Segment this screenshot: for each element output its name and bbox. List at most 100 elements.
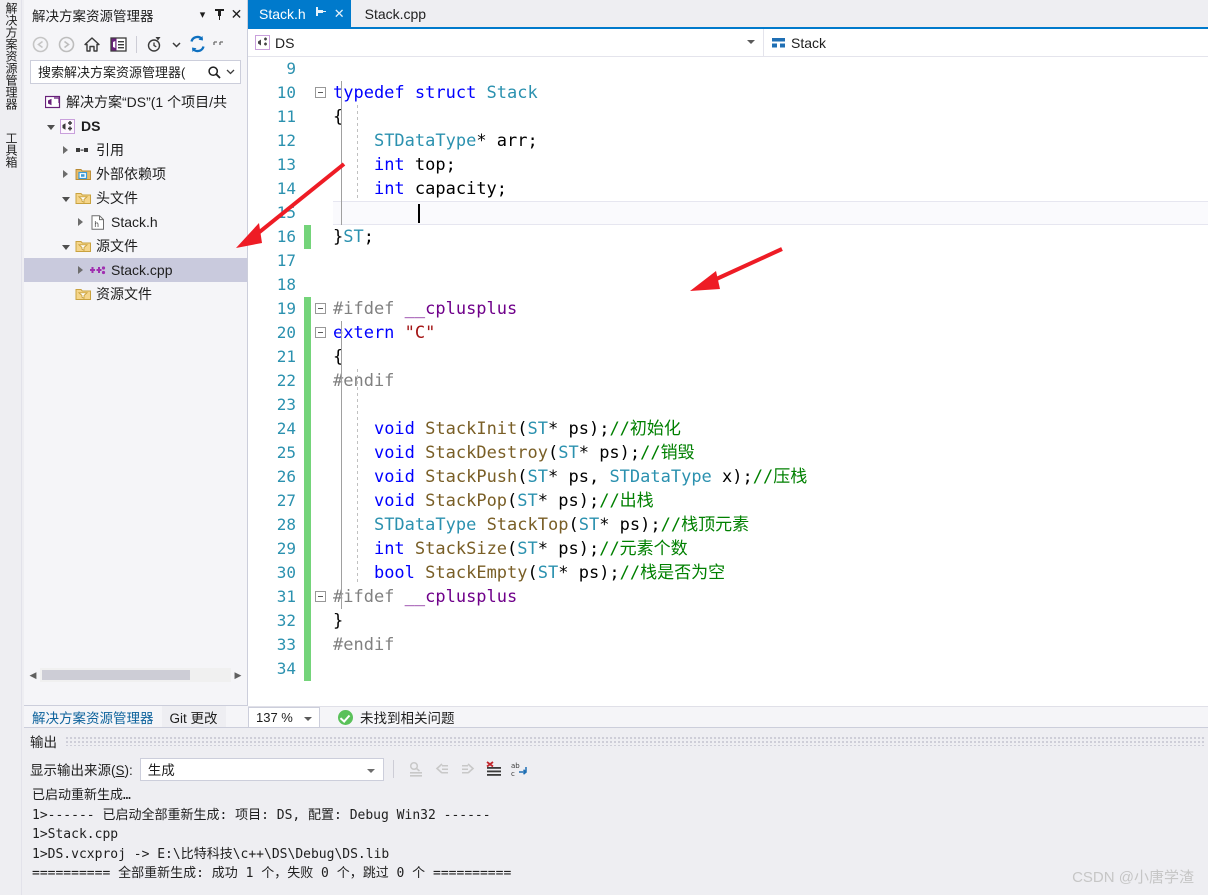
pin-icon[interactable] bbox=[315, 6, 326, 21]
code-text[interactable] bbox=[333, 57, 1208, 81]
fold-gutter[interactable] bbox=[311, 297, 333, 321]
find-message-icon[interactable] bbox=[403, 757, 429, 781]
code-text[interactable]: #endif bbox=[333, 369, 1208, 393]
overflow-icon[interactable] bbox=[211, 32, 227, 56]
code-line[interactable]: 26 void StackPush(ST* ps, STDataType x);… bbox=[248, 465, 1208, 489]
scroll-left-icon[interactable]: ◀ bbox=[26, 670, 40, 681]
chevron-down-icon[interactable] bbox=[304, 716, 312, 721]
code-line[interactable]: 21 { bbox=[248, 345, 1208, 369]
dock-tab-solution-explorer[interactable]: 解决方案资源管理器 bbox=[24, 706, 162, 727]
collapse-outline-icon[interactable] bbox=[315, 303, 326, 314]
fold-gutter[interactable] bbox=[311, 513, 333, 537]
code-text[interactable]: typedef struct Stack bbox=[333, 81, 1208, 105]
search-options-chevron-icon[interactable] bbox=[222, 63, 238, 81]
fold-gutter[interactable] bbox=[311, 321, 333, 345]
hscroll-thumb[interactable] bbox=[42, 670, 190, 680]
tree-item-Stack.h[interactable]: h Stack.h bbox=[24, 210, 247, 234]
fold-gutter[interactable] bbox=[311, 345, 333, 369]
fold-gutter[interactable] bbox=[311, 417, 333, 441]
tree-item-[interactable]: 引用 bbox=[24, 138, 247, 162]
code-text[interactable] bbox=[333, 273, 1208, 297]
fold-gutter[interactable] bbox=[311, 609, 333, 633]
chevron-down-icon[interactable] bbox=[747, 40, 755, 44]
fold-gutter[interactable] bbox=[311, 441, 333, 465]
output-source-combo[interactable]: 生成 bbox=[139, 757, 384, 781]
solution-explorer-hscrollbar[interactable]: ◀ ▶ bbox=[26, 667, 245, 683]
code-text[interactable]: STDataType StackTop(ST* ps);//栈顶元素 bbox=[333, 513, 1208, 537]
search-icon[interactable] bbox=[207, 65, 222, 80]
code-text[interactable]: { bbox=[333, 105, 1208, 129]
code-line[interactable]: 11 { bbox=[248, 105, 1208, 129]
chevron-right-icon[interactable] bbox=[58, 146, 73, 154]
code-line[interactable]: 13 int top; bbox=[248, 153, 1208, 177]
code-line[interactable]: 17 bbox=[248, 249, 1208, 273]
code-line[interactable]: 28 STDataType StackTop(ST* ps);//栈顶元素 bbox=[248, 513, 1208, 537]
pin-icon[interactable] bbox=[211, 6, 228, 24]
clock-filter-icon[interactable] bbox=[143, 32, 167, 56]
chevron-right-icon[interactable] bbox=[58, 170, 73, 178]
navbar-member-dropdown[interactable]: Stack bbox=[764, 29, 1208, 56]
collapse-outline-icon[interactable] bbox=[315, 591, 326, 602]
tree-item-Stack.cpp[interactable]: Stack.cpp bbox=[24, 258, 247, 282]
fold-gutter[interactable] bbox=[311, 657, 333, 681]
code-line[interactable]: 27 void StackPop(ST* ps);//出栈 bbox=[248, 489, 1208, 513]
editor-tab-stack-h[interactable]: Stack.h ✕ bbox=[248, 0, 351, 29]
code-text[interactable]: void StackInit(ST* ps);//初始化 bbox=[333, 417, 1208, 441]
go-to-next-icon[interactable] bbox=[455, 757, 481, 781]
collapse-outline-icon[interactable] bbox=[315, 327, 326, 338]
show-all-files-icon[interactable] bbox=[106, 32, 130, 56]
scroll-right-icon[interactable]: ▶ bbox=[231, 670, 245, 681]
code-text[interactable] bbox=[333, 657, 1208, 681]
fold-gutter[interactable] bbox=[311, 273, 333, 297]
fold-gutter[interactable] bbox=[311, 561, 333, 585]
chevron-right-icon[interactable] bbox=[73, 218, 88, 226]
close-icon[interactable]: ✕ bbox=[334, 6, 345, 22]
code-line[interactable]: 23 bbox=[248, 393, 1208, 417]
fold-gutter[interactable] bbox=[311, 153, 333, 177]
chevron-down-icon[interactable] bbox=[58, 243, 73, 250]
editor-tab-stack-cpp[interactable]: Stack.cpp bbox=[350, 0, 433, 29]
vtab-toolbox[interactable]: 工具箱 bbox=[1, 132, 21, 168]
code-text[interactable]: int StackSize(ST* ps);//元素个数 bbox=[333, 537, 1208, 561]
back-arrow-icon[interactable] bbox=[28, 32, 52, 56]
code-text[interactable]: STDataType* arr; bbox=[333, 129, 1208, 153]
tree-item-[interactable]: 源文件 bbox=[24, 234, 247, 258]
code-line[interactable]: 30 bool StackEmpty(ST* ps);//栈是否为空 bbox=[248, 561, 1208, 585]
code-text[interactable]: }ST; bbox=[333, 225, 1208, 249]
chevron-down-icon[interactable] bbox=[43, 123, 58, 130]
collapse-outline-icon[interactable] bbox=[315, 87, 326, 98]
code-text[interactable]: { bbox=[333, 345, 1208, 369]
code-text[interactable] bbox=[333, 393, 1208, 417]
code-text[interactable]: void StackDestroy(ST* ps);//销毁 bbox=[333, 441, 1208, 465]
code-text[interactable]: #endif bbox=[333, 633, 1208, 657]
drag-handle[interactable] bbox=[65, 736, 1204, 746]
fold-gutter[interactable] bbox=[311, 105, 333, 129]
fold-gutter[interactable] bbox=[311, 369, 333, 393]
code-line[interactable]: 31 #ifdef __cplusplus bbox=[248, 585, 1208, 609]
tree-item-[interactable]: 外部依赖项 bbox=[24, 162, 247, 186]
fold-gutter[interactable] bbox=[311, 393, 333, 417]
fold-gutter[interactable] bbox=[311, 633, 333, 657]
forward-arrow-icon[interactable] bbox=[54, 32, 78, 56]
code-editor-surface[interactable]: 9 10 typedef struct Stack 11{12 STDataType*… bbox=[248, 57, 1208, 706]
code-text[interactable]: #ifdef __cplusplus bbox=[333, 297, 1208, 321]
fold-gutter[interactable] bbox=[311, 537, 333, 561]
fold-gutter[interactable] bbox=[311, 585, 333, 609]
code-line[interactable]: 25 void StackDestroy(ST* ps);//销毁 bbox=[248, 441, 1208, 465]
navbar-project-dropdown[interactable]: DS bbox=[248, 29, 764, 56]
code-line[interactable]: 20 extern "C" bbox=[248, 321, 1208, 345]
refresh-icon[interactable] bbox=[185, 32, 209, 56]
fold-gutter[interactable] bbox=[311, 249, 333, 273]
chevron-down-icon[interactable] bbox=[366, 768, 375, 773]
dock-tab-git-changes[interactable]: Git 更改 bbox=[161, 706, 226, 727]
chevron-right-icon[interactable] bbox=[73, 266, 88, 274]
code-line[interactable]: 9 bbox=[248, 57, 1208, 81]
fold-gutter[interactable] bbox=[311, 225, 333, 249]
code-text[interactable]: #ifdef __cplusplus bbox=[333, 585, 1208, 609]
code-text[interactable]: void StackPop(ST* ps);//出栈 bbox=[333, 489, 1208, 513]
tree-item-[interactable]: 资源文件 bbox=[24, 282, 247, 306]
fold-gutter[interactable] bbox=[311, 57, 333, 81]
code-line[interactable]: 10 typedef struct Stack bbox=[248, 81, 1208, 105]
chevron-down-icon[interactable]: ▾ bbox=[194, 6, 211, 24]
code-line[interactable]: 34 bbox=[248, 657, 1208, 681]
